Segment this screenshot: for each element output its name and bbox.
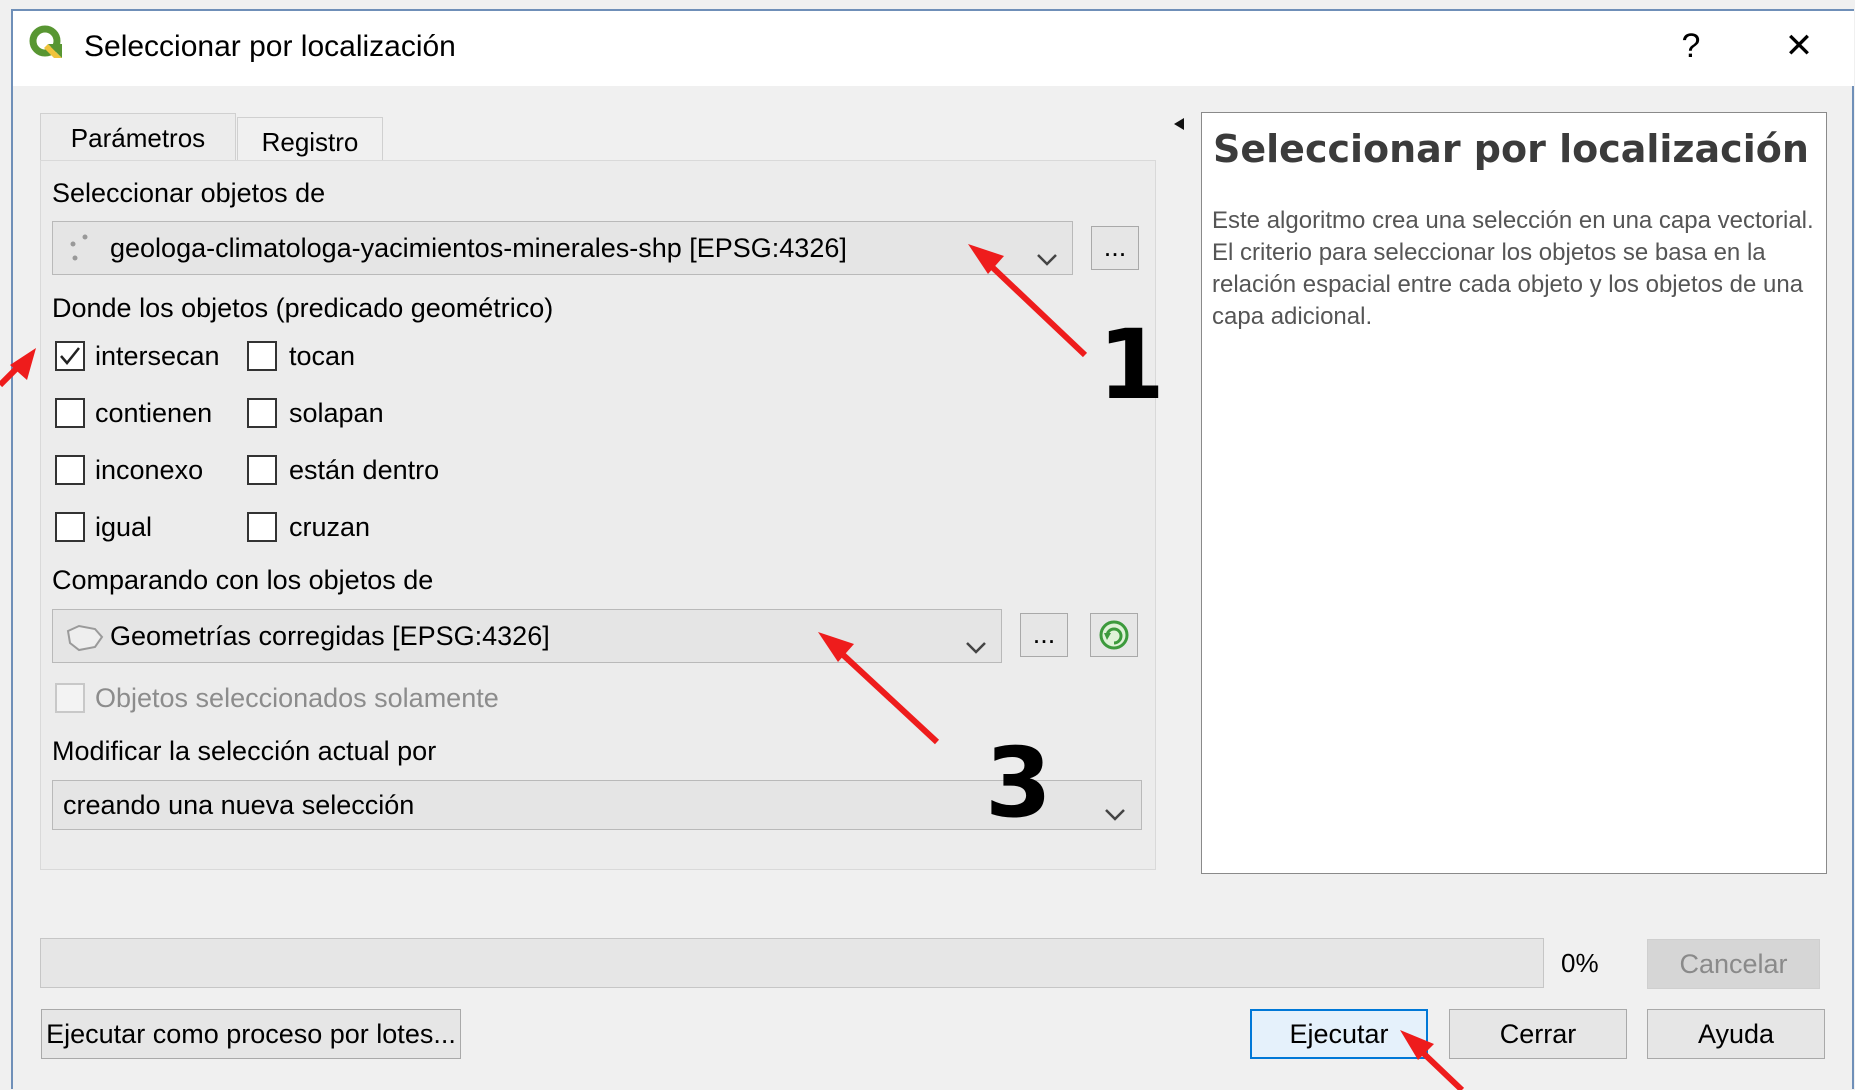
annotation-number-1: 1 bbox=[1098, 309, 1165, 421]
arrow-to-run-button bbox=[1400, 1030, 1465, 1090]
arrow-to-intersecan bbox=[0, 348, 36, 388]
arrow-to-input-layer bbox=[968, 244, 1088, 358]
annotation-number-3: 3 bbox=[985, 727, 1052, 839]
annotation-arrows bbox=[0, 244, 1465, 1090]
arrow-to-compare-layer bbox=[818, 632, 940, 745]
